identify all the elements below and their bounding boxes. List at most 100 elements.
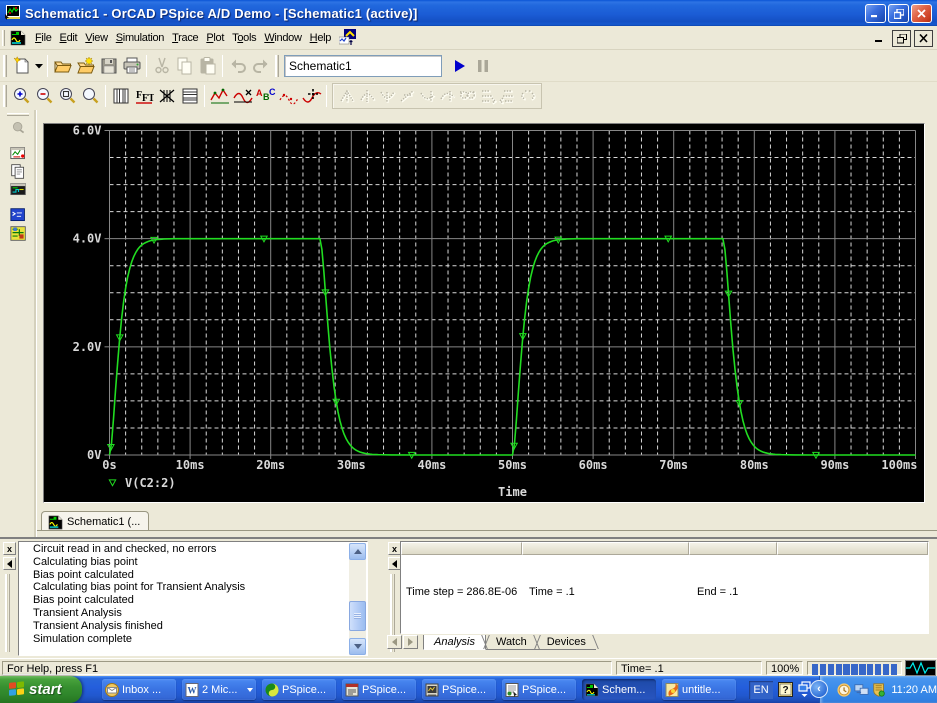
cursor-search-button[interactable]	[457, 85, 477, 107]
mark-data-button[interactable]	[208, 85, 231, 107]
mark-label-button[interactable]	[517, 85, 537, 107]
tab-watch[interactable]: Watch	[483, 635, 540, 650]
zoom-fit-button[interactable]	[79, 85, 102, 107]
taskbar-button-pspice-2[interactable]: PSpice...	[342, 679, 416, 700]
paste-button[interactable]	[196, 54, 219, 78]
menu-view[interactable]: View	[81, 28, 111, 48]
toolbar-grip[interactable]	[275, 54, 279, 77]
tabs-next-icon[interactable]	[403, 635, 418, 649]
taskbar-button-word-group[interactable]: W2 Mic...	[182, 679, 256, 700]
menu-file[interactable]: File	[31, 28, 56, 48]
taskbar-button-pspice-3[interactable]: PSpice...	[422, 679, 496, 700]
trace-x-button[interactable]	[231, 85, 254, 107]
tab-devices[interactable]: Devices	[533, 635, 599, 650]
simulation-profile-combo[interactable]	[284, 54, 442, 77]
zoom-in-button[interactable]	[10, 85, 33, 107]
menu-grip[interactable]	[2, 29, 5, 46]
redo-button[interactable]	[249, 54, 272, 78]
taskbar-button-untitled[interactable]: untitle...	[662, 679, 736, 700]
cmd-win-button[interactable]	[6, 206, 30, 224]
open-sim-button[interactable]	[74, 54, 97, 78]
app-icon[interactable]	[5, 5, 21, 21]
taskbar-button-inbox[interactable]: Inbox ...	[102, 679, 176, 700]
cursor-toggle-button[interactable]	[337, 85, 357, 107]
cursor-slope-button[interactable]	[397, 85, 417, 107]
plot-area[interactable]: 0V 2.0V 4.0V 6.0V 0s 10ms 20ms 30ms 40ms 50ms 60ms…	[43, 123, 925, 503]
mdi-minimize-button[interactable]	[870, 30, 889, 47]
tray-network-icon[interactable]	[854, 682, 869, 698]
menu-window[interactable]: Window	[260, 28, 305, 48]
menu-tools[interactable]: Tools	[228, 28, 260, 48]
scroll-down-icon[interactable]	[349, 638, 366, 655]
print-button[interactable]	[120, 54, 143, 78]
zoom-out-button[interactable]	[33, 85, 56, 107]
language-indicator[interactable]: EN	[749, 680, 773, 699]
new-dropdown-icon[interactable]	[33, 54, 44, 78]
abc-button[interactable]: ABC	[254, 85, 277, 107]
undo-button[interactable]	[226, 54, 249, 78]
taskbar-button-schematic1[interactable]: Schem...	[582, 679, 656, 700]
hide-icons-chevron[interactable]: ‹	[810, 680, 828, 698]
output-close-icon[interactable]: x	[3, 542, 16, 555]
cursor-next-button[interactable]	[477, 85, 497, 107]
menu-trace[interactable]: Trace	[168, 28, 202, 48]
help-tray-icon[interactable]: ?	[778, 682, 793, 697]
taskbar-button-pspice-4[interactable]: PSpice...	[502, 679, 576, 700]
tray-clock-icon[interactable]	[837, 682, 851, 698]
open-button[interactable]	[51, 54, 74, 78]
output-scrollbar[interactable]	[349, 543, 366, 655]
pause-button[interactable]	[471, 54, 494, 78]
scroll-thumb[interactable]	[349, 601, 366, 631]
document-icon[interactable]	[10, 30, 26, 46]
cursor-peak-button[interactable]	[357, 85, 377, 107]
simulation-status-window: Time step = 286.8E-06 Time = .1 End = .1	[400, 541, 929, 634]
cadence-icon[interactable]	[339, 29, 357, 46]
sim-queue-button[interactable]	[6, 144, 30, 162]
toolbar-grip[interactable]	[3, 54, 7, 77]
clock[interactable]: 11:20 AM	[891, 684, 937, 696]
copy-page-button[interactable]	[6, 162, 30, 180]
menu-simulation[interactable]: Simulation	[112, 28, 168, 48]
grid-h-button[interactable]	[178, 85, 201, 107]
menu-edit[interactable]: Edit	[56, 28, 82, 48]
new-doc-button[interactable]	[10, 54, 33, 78]
close-button[interactable]	[911, 4, 932, 23]
log-y-button[interactable]	[155, 85, 178, 107]
cursor-max-button[interactable]	[437, 85, 457, 107]
cursor-min-button[interactable]	[417, 85, 437, 107]
minimize-button[interactable]	[865, 4, 886, 23]
eval-goal-button[interactable]	[300, 85, 323, 107]
tray-shield-icon[interactable]	[872, 682, 885, 698]
mdi-restore-button[interactable]	[892, 30, 911, 47]
menu-help[interactable]: Help	[306, 28, 335, 48]
scroll-up-icon[interactable]	[349, 543, 366, 560]
cursor-trough-button[interactable]	[377, 85, 397, 107]
tab-analysis[interactable]: Analysis	[423, 635, 488, 650]
mdi-close-button[interactable]	[914, 30, 933, 47]
cut-button[interactable]	[150, 54, 173, 78]
pane-divider[interactable]	[377, 539, 385, 658]
restore-button[interactable]	[888, 4, 909, 23]
dots-curve-button[interactable]	[277, 85, 300, 107]
circuit-button[interactable]	[6, 224, 30, 242]
zoom-area-button[interactable]	[56, 85, 79, 107]
output-grip[interactable]	[5, 574, 10, 652]
fft-button[interactable]: F FT	[132, 85, 155, 107]
copy-button[interactable]	[173, 54, 196, 78]
output-collapse-icon[interactable]	[3, 557, 16, 570]
taskbar-button-pspice-1[interactable]: PSpice...	[262, 679, 336, 700]
schematic-tab-icon	[48, 515, 63, 529]
log-x-button[interactable]	[109, 85, 132, 107]
toolbar-grip[interactable]	[7, 113, 29, 116]
toolbar-grip[interactable]	[3, 85, 7, 107]
start-button[interactable]: start	[0, 676, 82, 703]
save-button[interactable]	[97, 54, 120, 78]
tab-schematic1[interactable]: Schematic1 (...	[41, 511, 150, 530]
cursor-prev-button[interactable]	[497, 85, 517, 107]
run-button[interactable]	[448, 54, 471, 78]
menu-plot[interactable]: Plot	[202, 28, 228, 48]
sim-status-button[interactable]	[6, 180, 30, 198]
svg-text:50ms: 50ms	[498, 458, 527, 472]
sim-gray-button[interactable]	[6, 118, 30, 136]
tabs-prev-icon[interactable]	[387, 635, 402, 649]
